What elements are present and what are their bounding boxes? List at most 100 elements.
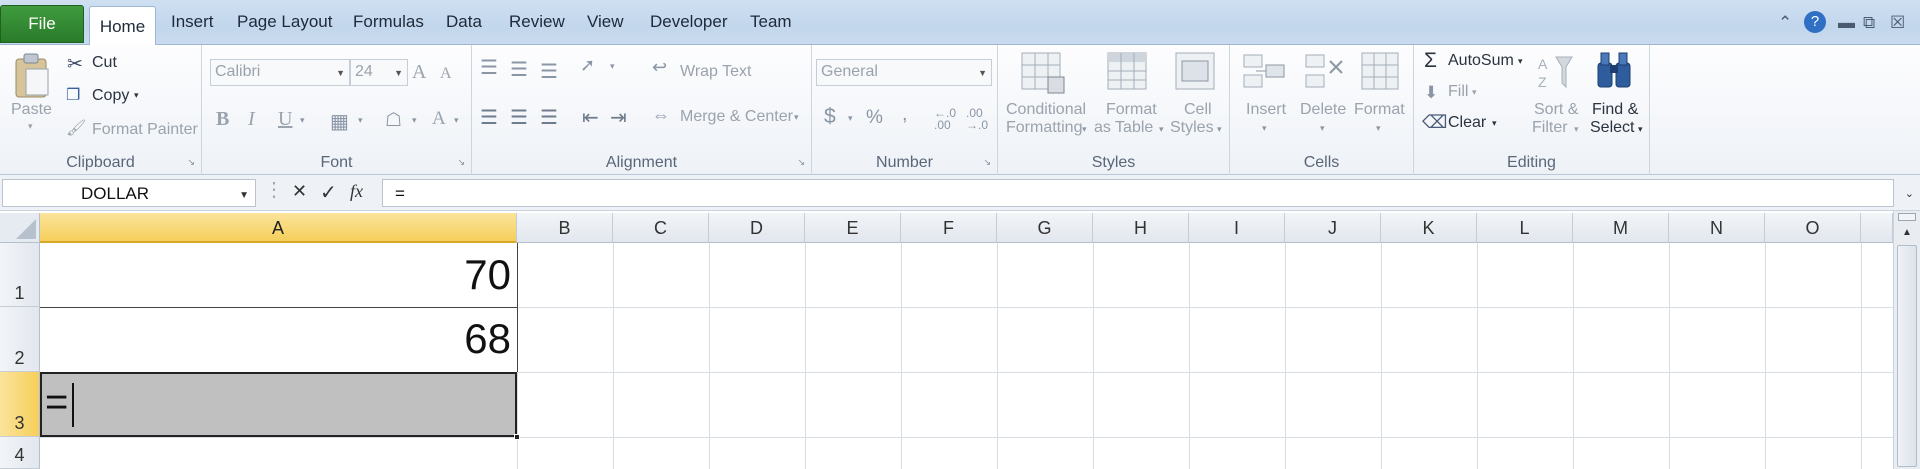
tab-home[interactable]: Home bbox=[89, 6, 156, 46]
cell-a3-active[interactable]: = bbox=[40, 372, 520, 440]
column-header-b[interactable]: B bbox=[517, 213, 613, 243]
font-launcher-icon[interactable]: ↘ bbox=[457, 157, 465, 168]
column-header-k[interactable]: K bbox=[1381, 213, 1477, 243]
help-icon[interactable]: ? bbox=[1804, 11, 1826, 33]
column-header-o[interactable]: O bbox=[1765, 213, 1861, 243]
cut-button[interactable]: Cut bbox=[92, 54, 117, 72]
format-as-table-line1[interactable]: Format bbox=[1106, 101, 1157, 119]
tab-view[interactable]: View bbox=[587, 12, 624, 32]
autosum-button[interactable]: AutoSum bbox=[1448, 52, 1514, 70]
autosum-dropdown-icon[interactable]: ▾ bbox=[1518, 56, 1523, 67]
name-box-dropdown-icon[interactable]: ▼ bbox=[239, 190, 249, 201]
decrease-indent-icon[interactable]: ⇤ bbox=[582, 105, 599, 130]
window-restore-icon[interactable]: ⧉ bbox=[1863, 13, 1875, 33]
cell-a2[interactable]: 68 bbox=[40, 315, 511, 363]
paste-dropdown-icon[interactable]: ▾ bbox=[28, 121, 33, 132]
row-header-4[interactable]: 4 bbox=[0, 437, 40, 469]
delete-dropdown-icon[interactable]: ▾ bbox=[1320, 123, 1325, 134]
fill-color-dropdown-icon[interactable]: ▾ bbox=[412, 115, 417, 126]
conditional-dropdown-icon[interactable]: ▾ bbox=[1082, 124, 1087, 135]
vertical-scrollbar[interactable]: ▲ bbox=[1893, 211, 1920, 469]
find-select-dropdown-icon[interactable]: ▾ bbox=[1638, 124, 1643, 135]
font-size-select[interactable]: 24 ▼ bbox=[350, 59, 408, 86]
cell-styles-line1[interactable]: Cell bbox=[1184, 101, 1212, 119]
column-header-l[interactable]: L bbox=[1477, 213, 1573, 243]
wrap-text-button[interactable]: Wrap Text bbox=[680, 63, 751, 81]
align-top-icon[interactable]: ☰ bbox=[480, 55, 498, 80]
insert-dropdown-icon[interactable]: ▾ bbox=[1262, 123, 1267, 134]
clear-dropdown-icon[interactable]: ▾ bbox=[1492, 118, 1497, 129]
font-color-dropdown-icon[interactable]: ▾ bbox=[454, 115, 459, 126]
find-select-line1[interactable]: Find & bbox=[1592, 101, 1638, 119]
column-header-j[interactable]: J bbox=[1285, 213, 1381, 243]
expand-formula-bar-icon[interactable]: ⌄ bbox=[1905, 187, 1914, 200]
sort-filter-icon[interactable]: A Z bbox=[1536, 51, 1576, 95]
find-select-line2[interactable]: Select bbox=[1590, 119, 1634, 137]
column-header-e[interactable]: E bbox=[805, 213, 901, 243]
bold-button[interactable]: B bbox=[216, 108, 229, 131]
decrease-decimal-button[interactable]: .00 →.0 bbox=[966, 107, 994, 131]
column-header-g[interactable]: G bbox=[997, 213, 1093, 243]
column-header-partial[interactable] bbox=[1861, 213, 1893, 243]
name-box[interactable]: DOLLAR ▼ bbox=[2, 179, 256, 207]
format-dropdown-icon[interactable]: ▾ bbox=[1376, 123, 1381, 134]
window-close-icon[interactable]: ☒ bbox=[1890, 13, 1905, 33]
tab-team[interactable]: Team bbox=[750, 12, 792, 32]
formula-input[interactable]: = bbox=[382, 179, 1894, 207]
window-minimize-icon[interactable]: ▬ bbox=[1838, 13, 1855, 33]
format-as-table-dropdown-icon[interactable]: ▾ bbox=[1159, 124, 1164, 135]
tab-page-layout[interactable]: Page Layout bbox=[237, 12, 332, 32]
cell-styles-line2[interactable]: Styles bbox=[1170, 119, 1214, 137]
tab-review[interactable]: Review bbox=[509, 12, 565, 32]
fill-dropdown-icon[interactable]: ▾ bbox=[1472, 87, 1477, 98]
font-color-button[interactable]: A bbox=[432, 108, 446, 130]
comma-button[interactable]: , bbox=[902, 103, 908, 126]
column-header-n[interactable]: N bbox=[1669, 213, 1765, 243]
format-painter-button[interactable]: Format Painter bbox=[92, 121, 198, 139]
format-as-table-icon[interactable] bbox=[1106, 51, 1150, 95]
scroll-up-icon[interactable]: ▲ bbox=[1898, 227, 1916, 241]
tab-insert[interactable]: Insert bbox=[171, 12, 214, 32]
conditional-formatting-icon[interactable] bbox=[1020, 51, 1066, 95]
column-header-a[interactable]: A bbox=[40, 213, 517, 243]
column-header-h[interactable]: H bbox=[1093, 213, 1189, 243]
italic-button[interactable]: I bbox=[248, 108, 255, 131]
borders-dropdown-icon[interactable]: ▾ bbox=[358, 115, 363, 126]
font-name-select[interactable]: Calibri ▼ bbox=[210, 59, 350, 86]
copy-button[interactable]: Copy bbox=[92, 87, 129, 105]
insert-cells-icon[interactable] bbox=[1242, 51, 1288, 93]
number-format-select[interactable]: General ▼ bbox=[816, 59, 992, 86]
delete-cells-icon[interactable] bbox=[1302, 51, 1348, 93]
align-center-icon[interactable]: ☰ bbox=[510, 105, 528, 130]
merge-dropdown-icon[interactable]: ▾ bbox=[794, 112, 799, 123]
column-header-f[interactable]: F bbox=[901, 213, 997, 243]
borders-icon[interactable]: ▦ bbox=[330, 109, 349, 134]
column-header-i[interactable]: I bbox=[1189, 213, 1285, 243]
tab-file[interactable]: File bbox=[0, 5, 84, 43]
currency-dropdown-icon[interactable]: ▾ bbox=[848, 113, 853, 124]
merge-center-button[interactable]: Merge & Center bbox=[680, 108, 793, 126]
tab-formulas[interactable]: Formulas bbox=[353, 12, 424, 32]
tab-data[interactable]: Data bbox=[446, 12, 482, 32]
currency-button[interactable]: $ bbox=[824, 105, 836, 129]
fill-button[interactable]: Fill bbox=[1448, 83, 1468, 101]
increase-decimal-button[interactable]: ←.0 .00 bbox=[934, 107, 962, 131]
row-header-3[interactable]: 3 bbox=[0, 372, 40, 437]
clipboard-launcher-icon[interactable]: ↘ bbox=[187, 157, 195, 168]
sort-filter-line2[interactable]: Filter bbox=[1532, 119, 1568, 137]
format-cells-button[interactable]: Format bbox=[1354, 101, 1405, 119]
number-launcher-icon[interactable]: ↘ bbox=[983, 157, 991, 168]
row-header-2[interactable]: 2 bbox=[0, 307, 40, 372]
column-header-m[interactable]: M bbox=[1573, 213, 1669, 243]
minimize-ribbon-icon[interactable]: ⌃ bbox=[1778, 13, 1792, 33]
format-cells-icon[interactable] bbox=[1358, 49, 1404, 93]
column-header-d[interactable]: D bbox=[709, 213, 805, 243]
orientation-dropdown-icon[interactable]: ▾ bbox=[610, 61, 615, 72]
orientation-icon[interactable]: ➚ bbox=[580, 55, 595, 76]
conditional-formatting-line2[interactable]: Formatting bbox=[1006, 119, 1082, 137]
paste-button[interactable]: Paste bbox=[11, 101, 52, 119]
tab-developer[interactable]: Developer bbox=[650, 12, 728, 32]
cell-styles-icon[interactable] bbox=[1174, 51, 1218, 95]
clear-button[interactable]: Clear bbox=[1448, 114, 1486, 132]
align-left-icon[interactable]: ☰ bbox=[480, 105, 498, 130]
